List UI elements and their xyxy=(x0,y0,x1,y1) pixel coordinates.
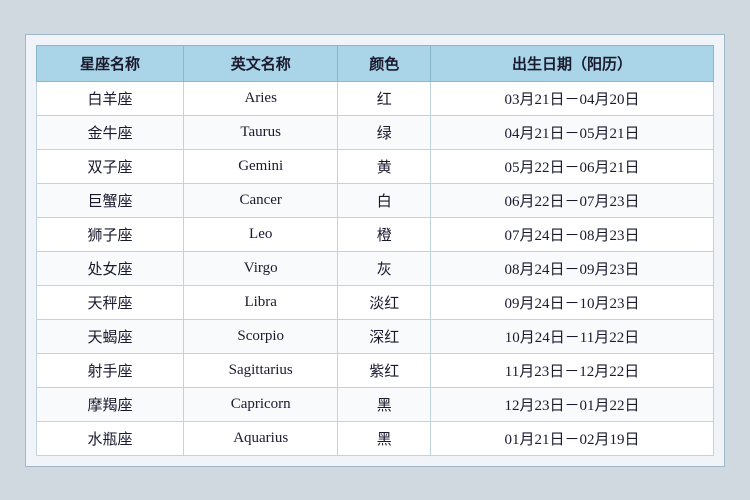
cell-color: 橙 xyxy=(338,217,431,251)
header-chinese-name: 星座名称 xyxy=(37,45,184,81)
cell-dates: 04月21日－05月21日 xyxy=(430,115,713,149)
cell-chinese-name: 天秤座 xyxy=(37,285,184,319)
table-row: 双子座Gemini黄05月22日－06月21日 xyxy=(37,149,714,183)
cell-english-name: Aquarius xyxy=(183,421,337,455)
table-body: 白羊座Aries红03月21日－04月20日金牛座Taurus绿04月21日－0… xyxy=(37,81,714,455)
cell-english-name: Libra xyxy=(183,285,337,319)
cell-chinese-name: 金牛座 xyxy=(37,115,184,149)
cell-dates: 10月24日－11月22日 xyxy=(430,319,713,353)
cell-english-name: Gemini xyxy=(183,149,337,183)
zodiac-table: 星座名称 英文名称 颜色 出生日期（阳历） 白羊座Aries红03月21日－04… xyxy=(36,45,714,456)
cell-dates: 05月22日－06月21日 xyxy=(430,149,713,183)
table-row: 天蝎座Scorpio深红10月24日－11月22日 xyxy=(37,319,714,353)
cell-chinese-name: 处女座 xyxy=(37,251,184,285)
cell-dates: 03月21日－04月20日 xyxy=(430,81,713,115)
cell-color: 紫红 xyxy=(338,353,431,387)
cell-dates: 01月21日－02月19日 xyxy=(430,421,713,455)
cell-color: 红 xyxy=(338,81,431,115)
cell-english-name: Scorpio xyxy=(183,319,337,353)
table-row: 金牛座Taurus绿04月21日－05月21日 xyxy=(37,115,714,149)
table-row: 水瓶座Aquarius黑01月21日－02月19日 xyxy=(37,421,714,455)
zodiac-table-container: 星座名称 英文名称 颜色 出生日期（阳历） 白羊座Aries红03月21日－04… xyxy=(25,34,725,467)
cell-color: 黑 xyxy=(338,387,431,421)
table-row: 射手座Sagittarius紫红11月23日－12月22日 xyxy=(37,353,714,387)
cell-color: 黄 xyxy=(338,149,431,183)
cell-dates: 06月22日－07月23日 xyxy=(430,183,713,217)
header-english-name: 英文名称 xyxy=(183,45,337,81)
cell-english-name: Sagittarius xyxy=(183,353,337,387)
cell-dates: 09月24日－10月23日 xyxy=(430,285,713,319)
cell-english-name: Leo xyxy=(183,217,337,251)
cell-color: 深红 xyxy=(338,319,431,353)
cell-color: 淡红 xyxy=(338,285,431,319)
table-row: 巨蟹座Cancer白06月22日－07月23日 xyxy=(37,183,714,217)
cell-chinese-name: 白羊座 xyxy=(37,81,184,115)
cell-chinese-name: 双子座 xyxy=(37,149,184,183)
header-dates: 出生日期（阳历） xyxy=(430,45,713,81)
table-header-row: 星座名称 英文名称 颜色 出生日期（阳历） xyxy=(37,45,714,81)
table-row: 摩羯座Capricorn黑12月23日－01月22日 xyxy=(37,387,714,421)
cell-chinese-name: 射手座 xyxy=(37,353,184,387)
cell-dates: 11月23日－12月22日 xyxy=(430,353,713,387)
cell-english-name: Aries xyxy=(183,81,337,115)
cell-color: 灰 xyxy=(338,251,431,285)
cell-dates: 12月23日－01月22日 xyxy=(430,387,713,421)
cell-dates: 08月24日－09月23日 xyxy=(430,251,713,285)
table-row: 狮子座Leo橙07月24日－08月23日 xyxy=(37,217,714,251)
cell-dates: 07月24日－08月23日 xyxy=(430,217,713,251)
cell-chinese-name: 天蝎座 xyxy=(37,319,184,353)
cell-color: 绿 xyxy=(338,115,431,149)
cell-english-name: Taurus xyxy=(183,115,337,149)
table-row: 白羊座Aries红03月21日－04月20日 xyxy=(37,81,714,115)
cell-color: 黑 xyxy=(338,421,431,455)
cell-english-name: Capricorn xyxy=(183,387,337,421)
cell-chinese-name: 巨蟹座 xyxy=(37,183,184,217)
cell-color: 白 xyxy=(338,183,431,217)
cell-chinese-name: 摩羯座 xyxy=(37,387,184,421)
header-color: 颜色 xyxy=(338,45,431,81)
table-row: 处女座Virgo灰08月24日－09月23日 xyxy=(37,251,714,285)
cell-english-name: Cancer xyxy=(183,183,337,217)
cell-english-name: Virgo xyxy=(183,251,337,285)
cell-chinese-name: 狮子座 xyxy=(37,217,184,251)
table-row: 天秤座Libra淡红09月24日－10月23日 xyxy=(37,285,714,319)
cell-chinese-name: 水瓶座 xyxy=(37,421,184,455)
